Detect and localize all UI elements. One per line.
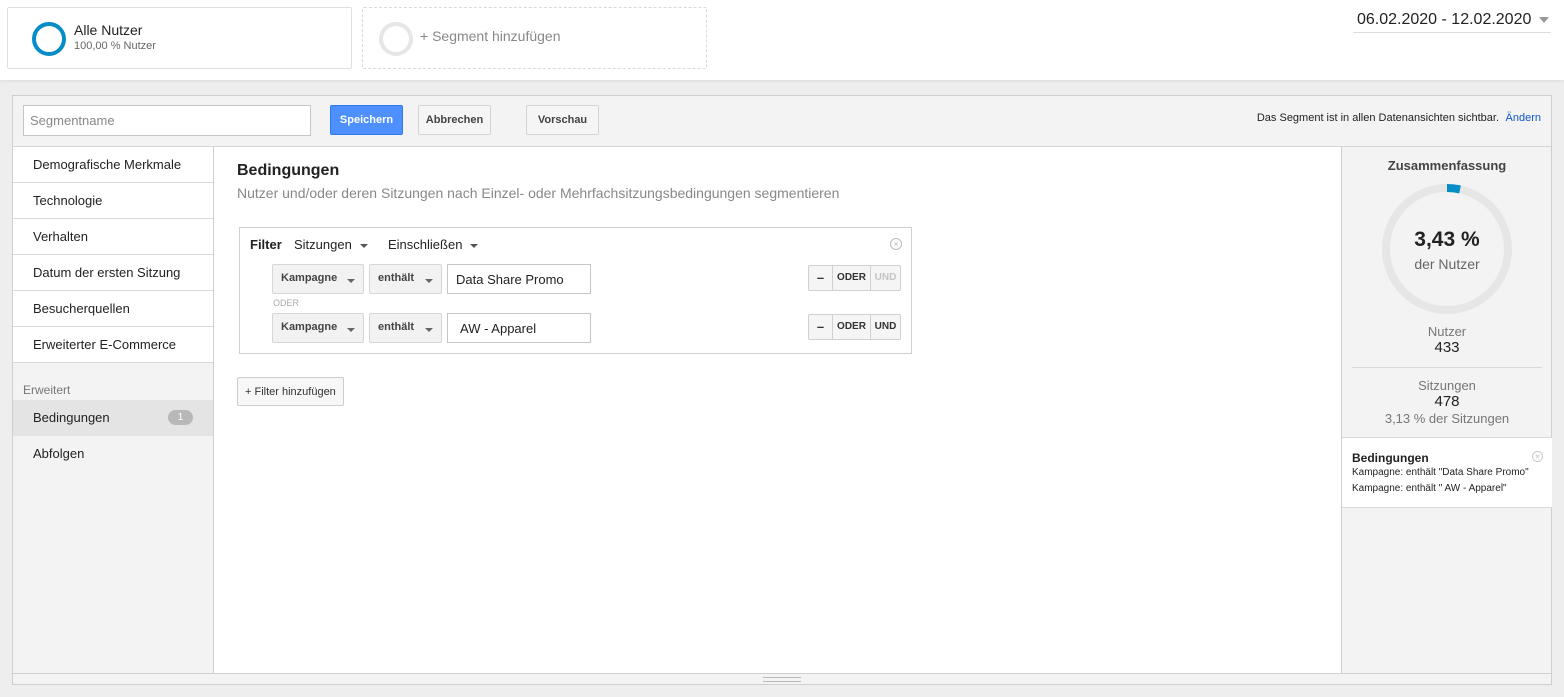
operator-select[interactable]: enthält	[369, 264, 442, 294]
condition-value-input[interactable]	[447, 264, 591, 294]
date-range-picker[interactable]: 06.02.2020 - 12.02.2020	[1353, 8, 1551, 33]
preview-button[interactable]: Vorschau	[526, 105, 599, 135]
sessions-percent: 3,13 % der Sitzungen	[1384, 411, 1510, 426]
nav-item-behavior[interactable]: Verhalten	[13, 219, 213, 255]
filter-label: Filter	[250, 237, 282, 252]
conditions-panel: Bedingungen Nutzer und/oder deren Sitzun…	[214, 147, 1341, 673]
filter-scope-dropdown[interactable]: Sitzungen	[294, 237, 368, 252]
conditions-summary: Bedingungen × Kampagne: enthält "Data Sh…	[1342, 437, 1552, 508]
close-icon[interactable]: ×	[890, 238, 902, 250]
users-label: Nutzer	[1427, 324, 1467, 339]
segment-card-all-users[interactable]: Alle Nutzer 100,00 % Nutzer	[7, 7, 352, 69]
nav-section-advanced: Erweitert	[23, 383, 71, 397]
users-value: 433	[1434, 339, 1460, 356]
segment-category-nav: Demografische Merkmale Technologie Verha…	[13, 147, 224, 673]
nav-item-label: Datum der ersten Sitzung	[33, 265, 181, 280]
empty-segment-ring-icon	[379, 22, 413, 56]
resize-handle[interactable]	[763, 677, 801, 682]
caret-down-icon	[425, 328, 433, 332]
dimension-value: Kampagne	[281, 321, 338, 333]
sessions-label: Sitzungen	[1418, 378, 1476, 393]
condition-actions: – ODER UND	[808, 265, 901, 291]
change-visibility-link[interactable]: Ändern	[1506, 112, 1541, 124]
condition-summary-line: Kampagne: enthält " AW - Apparel"	[1352, 483, 1507, 494]
summary-panel: Zusammenfassung 3,43 % der Nutzer Nutzer…	[1341, 147, 1552, 673]
or-separator: ODER	[273, 298, 300, 308]
date-range-label: 06.02.2020 - 12.02.2020	[1357, 11, 1532, 28]
segment-title: Alle Nutzer	[74, 22, 143, 38]
nav-item-traffic-sources[interactable]: Besucherquellen	[13, 291, 213, 327]
operator-select[interactable]: enthält	[369, 313, 442, 343]
nav-item-label: Verhalten	[33, 229, 88, 244]
nav-item-label: Besucherquellen	[33, 301, 130, 316]
filter-mode-dropdown[interactable]: Einschließen	[388, 237, 479, 252]
nav-item-label: Erweiterter E-Commerce	[33, 337, 177, 352]
caret-down-icon	[347, 279, 355, 283]
segment-name-input[interactable]	[23, 105, 311, 136]
condition-row: Kampagne enthält – ODER UND	[272, 313, 902, 343]
or-button[interactable]: ODER	[833, 315, 871, 339]
remove-condition-button[interactable]: –	[809, 315, 833, 339]
nav-item-technology[interactable]: Technologie	[13, 183, 213, 219]
close-icon[interactable]: ×	[1532, 451, 1543, 462]
condition-actions: – ODER UND	[808, 314, 901, 340]
page-title: Bedingungen	[237, 162, 340, 179]
gauge-value: 3,43 %	[1414, 228, 1480, 251]
nav-item-label: Bedingungen	[33, 410, 110, 425]
nav-item-first-session-date[interactable]: Datum der ersten Sitzung	[13, 255, 213, 291]
operator-value: enthält	[378, 321, 415, 333]
dimension-select[interactable]: Kampagne	[272, 264, 364, 294]
and-button[interactable]: UND	[871, 315, 900, 339]
and-button[interactable]: UND	[871, 266, 900, 290]
segment-bar: Alle Nutzer 100,00 % Nutzer + Segment hi…	[0, 0, 1564, 80]
editor-toolbar: Speichern Abbrechen Vorschau Das Segment…	[13, 96, 1551, 147]
nav-item-demographics[interactable]: Demografische Merkmale	[13, 147, 213, 183]
filter-mode-value: Einschließen	[388, 237, 463, 252]
caret-down-icon	[425, 279, 433, 283]
remove-condition-button[interactable]: –	[809, 266, 833, 290]
caret-down-icon	[347, 328, 355, 332]
nav-item-label: Technologie	[33, 193, 103, 208]
nav-item-label: Demografische Merkmale	[33, 157, 182, 172]
page-subtitle: Nutzer und/oder deren Sitzungen nach Ein…	[237, 185, 840, 201]
operator-value: enthält	[378, 272, 415, 284]
chevron-down-icon	[1539, 17, 1549, 23]
cancel-button[interactable]: Abbrechen	[418, 105, 491, 135]
or-button[interactable]: ODER	[833, 266, 871, 290]
condition-row: Kampagne enthält – ODER UND	[272, 264, 902, 294]
segment-editor: Speichern Abbrechen Vorschau Das Segment…	[12, 95, 1552, 685]
nav-item-sequences[interactable]: Abfolgen	[13, 436, 213, 472]
segment-ring-icon	[32, 22, 66, 56]
nav-item-enhanced-ecommerce[interactable]: Erweiterter E-Commerce	[13, 327, 213, 363]
dimension-select[interactable]: Kampagne	[272, 313, 364, 343]
conditions-summary-title: Bedingungen	[1352, 451, 1429, 465]
count-badge: 1	[168, 410, 193, 425]
condition-summary-line: Kampagne: enthält "Data Share Promo"	[1352, 467, 1529, 478]
add-segment-card[interactable]: + Segment hinzufügen	[362, 7, 707, 69]
dimension-value: Kampagne	[281, 272, 338, 284]
condition-value-input[interactable]	[447, 313, 591, 343]
sessions-value: 478	[1434, 393, 1460, 410]
divider	[1352, 367, 1542, 368]
add-segment-label: + Segment hinzufügen	[420, 28, 561, 44]
caret-down-icon	[359, 243, 368, 248]
add-filter-button[interactable]: + Filter hinzufügen	[237, 377, 344, 406]
gauge-label: der Nutzer	[1414, 256, 1480, 272]
filter-group: Filter Sitzungen Einschließen × Kampagne…	[239, 227, 912, 354]
summary-title: Zusammenfassung	[1387, 158, 1507, 173]
nav-item-label: Abfolgen	[33, 446, 85, 461]
visibility-text: Das Segment ist in allen Datenansichten …	[1256, 112, 1499, 124]
caret-down-icon	[470, 243, 479, 248]
resize-bar	[13, 673, 1551, 684]
filter-scope-value: Sitzungen	[294, 237, 352, 252]
segment-subtitle: 100,00 % Nutzer	[74, 40, 156, 52]
save-button[interactable]: Speichern	[330, 105, 403, 135]
nav-item-conditions[interactable]: Bedingungen 1	[13, 400, 224, 436]
